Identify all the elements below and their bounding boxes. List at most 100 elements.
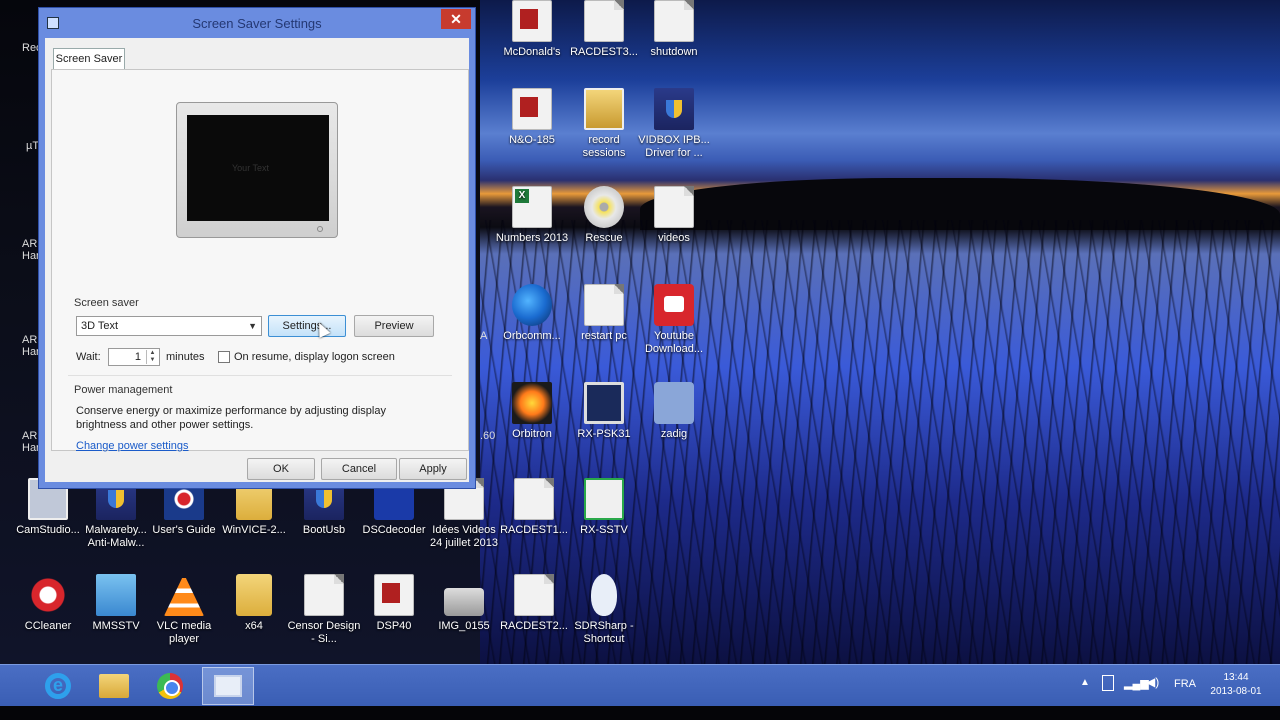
desktop-icon-no185[interactable]: N&O-185 (494, 88, 570, 147)
wait-label: Wait: (76, 351, 101, 363)
rx-sstv-icon (584, 478, 624, 520)
desktop-icon-youtube-downloader[interactable]: Youtube Download... (636, 284, 712, 356)
desktop-icon-rx-psk31[interactable]: RX-PSK31 (566, 382, 642, 441)
desktop-icon-racdest1[interactable]: RACDEST1... (496, 478, 572, 537)
resume-logon-label: On resume, display logon screen (234, 351, 395, 363)
document-icon (514, 574, 554, 616)
network-icon[interactable]: ▂▄▆ (1124, 677, 1149, 690)
clock-date: 2013-08-01 (1210, 686, 1262, 697)
desktop-icon-mmsstv[interactable]: MMSSTV (78, 574, 154, 633)
edge-label-a: A (480, 330, 488, 342)
folder-icon (236, 574, 272, 616)
screensaver-group-label: Screen saver (74, 297, 139, 309)
chevron-down-icon: ▼ (248, 321, 257, 331)
dialog-title: Screen Saver Settings (192, 16, 322, 31)
zadig-icon (654, 382, 694, 424)
excel-icon (512, 186, 552, 228)
desktop-icon-img-0155[interactable]: IMG_0155 (426, 574, 502, 633)
screen-saver-settings-dialog: Screen Saver Settings ✕ Screen Saver You… (38, 7, 476, 489)
vlc-icon (164, 574, 204, 616)
document-icon (584, 0, 624, 42)
image-icon (444, 588, 484, 616)
document-icon (514, 478, 554, 520)
desktop-icon-racdest2[interactable]: RACDEST2... (496, 574, 572, 633)
pdf-icon (512, 0, 552, 42)
apply-button[interactable]: Apply (399, 458, 467, 480)
desktop-icon-shutdown[interactable]: shutdown (636, 0, 712, 59)
mmsstv-icon (96, 574, 136, 616)
desktop-icon-sdrsharp[interactable]: SDRSharp - Shortcut (566, 574, 642, 646)
preview-button[interactable]: Preview (354, 315, 434, 337)
taskbar-file-explorer[interactable] (88, 667, 140, 705)
monitor-preview: Your Text (176, 102, 338, 238)
pdf-icon (374, 574, 414, 616)
desktop-icon-rescue[interactable]: Rescue (566, 186, 642, 245)
preview-text: Your Text (232, 163, 270, 173)
change-power-settings-link[interactable]: Change power settings (76, 440, 189, 452)
screensaver-selected: 3D Text (81, 320, 119, 332)
clock[interactable]: 13:44 2013-08-01 (1206, 671, 1266, 699)
display-settings-icon (214, 675, 242, 697)
internet-explorer-icon: e (45, 673, 71, 699)
ok-button[interactable]: OK (247, 458, 315, 480)
group-divider (68, 375, 452, 376)
dialog-titlebar[interactable]: Screen Saver Settings ✕ (39, 8, 475, 38)
desktop-icon-racdest3[interactable]: RACDEST3... (566, 0, 642, 59)
taskbar-display-settings[interactable] (202, 667, 254, 705)
tab-screen-saver[interactable]: Screen Saver (53, 48, 125, 70)
orbitron-icon (512, 382, 552, 424)
tab-panel: Your Text Screen saver 3D Text ▼ Setting… (51, 69, 469, 452)
power-description-line2: brightness and other power settings. (76, 419, 254, 431)
ccleaner-icon (28, 574, 68, 616)
edge-label-60: .60 (480, 430, 496, 442)
bottom-bezel (0, 706, 1280, 720)
action-center-icon[interactable] (1102, 675, 1114, 691)
file-explorer-icon (99, 674, 129, 698)
desktop-icon-x64[interactable]: x64 (216, 574, 292, 633)
globe-icon (512, 284, 552, 326)
resume-logon-checkbox[interactable] (218, 351, 230, 363)
desktop-icon-numbers-2013[interactable]: Numbers 2013 (494, 186, 570, 245)
desktop-icon-vlc[interactable]: VLC media player (146, 574, 222, 646)
cancel-button[interactable]: Cancel (321, 458, 397, 480)
pdf-icon (512, 88, 552, 130)
desktop-icon-videos[interactable]: videos (636, 186, 712, 245)
volume-icon[interactable]: ◀) (1146, 675, 1159, 689)
power-led-icon (317, 226, 323, 232)
clock-time: 13:44 (1223, 672, 1249, 683)
desktop-icon-mcdonalds[interactable]: McDonald's (494, 0, 570, 59)
screensaver-dropdown[interactable]: 3D Text ▼ (76, 316, 262, 336)
stepper-arrows-icon[interactable]: ▲ ▼ (146, 350, 158, 364)
document-icon (304, 574, 344, 616)
desktop-icon-rx-sstv[interactable]: RX-SSTV (566, 478, 642, 537)
close-button[interactable]: ✕ (441, 9, 471, 29)
language-indicator[interactable]: FRA (1174, 678, 1196, 690)
desktop-icon-ccleaner[interactable]: CCleaner (10, 574, 86, 633)
wait-minutes-stepper[interactable]: 1 ▲ ▼ (108, 348, 160, 366)
desktop-icon-record-sessions[interactable]: record sessions (566, 88, 642, 160)
document-icon (654, 186, 694, 228)
screen-icon (584, 382, 624, 424)
desktop-icon-restart-pc[interactable]: restart pc (566, 284, 642, 343)
taskbar-chrome[interactable] (144, 667, 196, 705)
preview-screen: Your Text (187, 115, 329, 221)
desktop-icon-vidbox[interactable]: VIDBOX IPB... Driver for ... (636, 88, 712, 160)
desktop-icon-orbitron[interactable]: Orbitron (494, 382, 570, 441)
wait-value: 1 (134, 351, 141, 363)
show-hidden-icons-icon[interactable]: ▲ (1080, 677, 1090, 688)
power-group-label: Power management (74, 384, 173, 396)
iso-disc-icon (584, 186, 624, 228)
desktop-icon-dsp40[interactable]: DSP40 (356, 574, 432, 633)
shortcut-icon (654, 0, 694, 42)
shield-icon (654, 88, 694, 130)
desktop-icon-orbcomm[interactable]: Orbcomm... (494, 284, 570, 343)
power-description-line1: Conserve energy or maximize performance … (76, 405, 386, 417)
shortcut-icon (584, 284, 624, 326)
desktop-icon-censor-design[interactable]: Censor Design - Si... (286, 574, 362, 646)
settings-button[interactable]: Settings... (268, 315, 346, 337)
chrome-icon (157, 673, 183, 699)
taskbar-internet-explorer[interactable]: e (32, 667, 84, 705)
mouse-icon (591, 574, 617, 616)
taskbar: e ▲ ▂▄▆ ◀) FRA 13:44 2013-08-01 (0, 664, 1280, 706)
desktop-icon-zadig[interactable]: zadig (636, 382, 712, 441)
